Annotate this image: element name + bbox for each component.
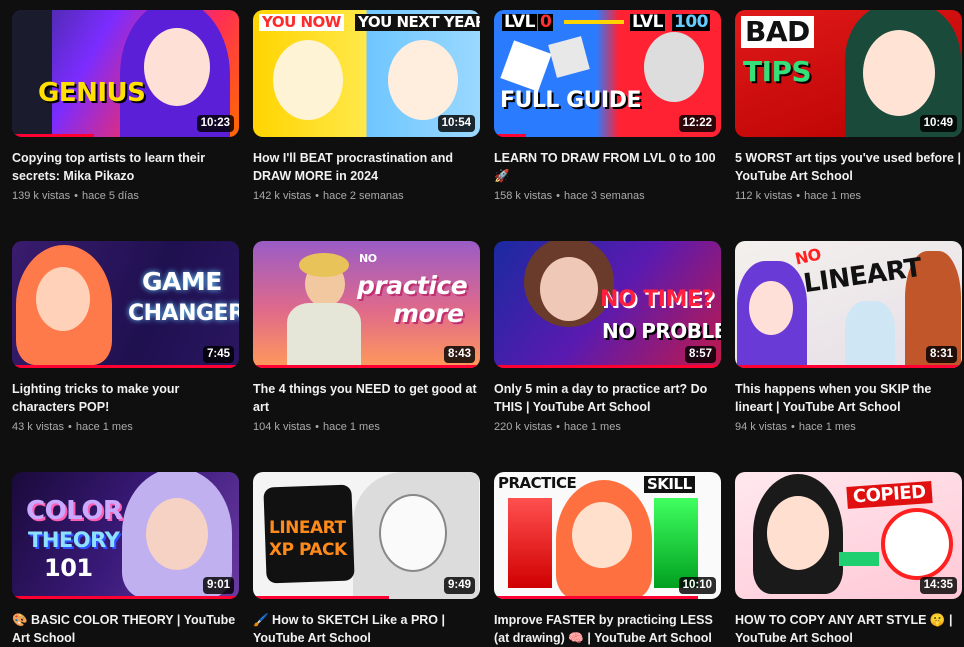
thumb-text: THEORY <box>28 528 120 552</box>
video-meta: 220 k vistas • hace 1 mes <box>494 421 621 433</box>
video-duration: 8:57 <box>684 346 716 363</box>
upload-age: hace 2 semanas <box>322 190 404 202</box>
video-thumbnail[interactable]: PRACTICE SKILL 10:10 <box>494 472 721 599</box>
upload-age: hace 1 mes <box>322 421 380 433</box>
video-card[interactable]: NO TIME? NO PROBLEM 8:57 Only 5 min a da… <box>494 241 721 435</box>
video-title[interactable]: 🖌️ How to SKETCH Like a PRO | YouTube Ar… <box>253 611 479 647</box>
video-card[interactable]: NO LINEART 8:31 This happens when you SK… <box>735 241 962 435</box>
thumb-text: CHANGER <box>128 301 239 326</box>
video-duration: 10:49 <box>919 115 957 132</box>
upload-age: hace 3 semanas <box>563 190 645 202</box>
video-grid: GENIUS 10:23 Copying top artists to lear… <box>0 0 964 645</box>
upload-age: hace 5 días <box>81 190 139 202</box>
view-count: 158 k vistas <box>494 190 553 202</box>
view-count: 112 k vistas <box>735 190 793 202</box>
video-duration: 9:01 <box>202 577 234 594</box>
video-thumbnail[interactable]: COLOR THEORY 101 9:01 <box>12 472 239 599</box>
video-card[interactable]: PRACTICE SKILL 10:10 Improve FASTER by p… <box>494 472 721 647</box>
video-card[interactable]: YOU NOW YOU NEXT YEAR 10:54 How I'll BEA… <box>253 10 480 204</box>
video-title[interactable]: Lighting tricks to make your characters … <box>12 380 238 416</box>
video-meta: 104 k vistas • hace 1 mes <box>253 421 380 433</box>
video-meta: 158 k vistas • hace 3 semanas <box>494 190 645 202</box>
video-title[interactable]: Improve FASTER by practicing LESS (at dr… <box>494 611 720 647</box>
video-meta: 94 k vistas • hace 1 mes <box>735 421 856 433</box>
video-card[interactable]: COLOR THEORY 101 9:01 🎨 BASIC COLOR THEO… <box>12 472 239 647</box>
video-duration: 10:23 <box>196 115 234 132</box>
thumb-text: 101 <box>44 554 93 582</box>
thumb-text: FULL GUIDE <box>500 88 642 113</box>
thumb-text: YOU NEXT YEAR <box>355 14 480 31</box>
view-count: 43 k vistas <box>12 421 64 433</box>
thumb-text: 100 <box>672 12 710 32</box>
video-card[interactable]: LVL 0 LVL 100 FULL GUIDE 12:22 LEARN TO … <box>494 10 721 204</box>
video-title[interactable]: LEARN TO DRAW FROM LVL 0 to 100 🚀 <box>494 149 720 185</box>
video-thumbnail[interactable]: NO practice more 8:43 <box>253 241 480 368</box>
video-thumbnail[interactable]: NO TIME? NO PROBLEM 8:57 <box>494 241 721 368</box>
thumb-text: SKILL <box>644 476 695 493</box>
thumb-text: TIPS <box>743 55 812 88</box>
thumb-text: more <box>393 299 464 328</box>
video-duration: 8:43 <box>443 346 475 363</box>
thumb-text: BAD <box>741 16 814 48</box>
video-card[interactable]: GAME CHANGER 7:45 Lighting tricks to mak… <box>12 241 239 435</box>
video-card[interactable]: GENIUS 10:23 Copying top artists to lear… <box>12 10 239 204</box>
video-duration: 12:22 <box>678 115 716 132</box>
view-count: 139 k vistas <box>12 190 71 202</box>
thumb-text: LVL <box>502 12 537 32</box>
video-title[interactable]: HOW TO COPY ANY ART STYLE 🤫 | YouTube Ar… <box>735 611 961 647</box>
view-count: 142 k vistas <box>253 190 312 202</box>
video-duration: 10:10 <box>678 577 716 594</box>
video-card[interactable]: BAD TIPS 10:49 5 WORST art tips you've u… <box>735 10 962 204</box>
video-duration: 7:45 <box>202 346 234 363</box>
video-duration: 10:54 <box>437 115 475 132</box>
thumb-text: NO <box>359 252 377 265</box>
thumb-text: GAME <box>142 267 222 296</box>
thumb-text: PRACTICE <box>498 474 577 492</box>
video-thumbnail[interactable]: COPIED 14:35 <box>735 472 962 599</box>
video-thumbnail[interactable]: LVL 0 LVL 100 FULL GUIDE 12:22 <box>494 10 721 137</box>
upload-age: hace 1 mes <box>563 421 621 433</box>
thumb-text: practice <box>357 271 468 300</box>
thumb-text: COLOR <box>26 496 123 526</box>
video-thumbnail[interactable]: GENIUS 10:23 <box>12 10 239 137</box>
view-count: 220 k vistas <box>494 421 553 433</box>
video-meta: 112 k vistas • hace 1 mes <box>735 190 862 202</box>
video-thumbnail[interactable]: LINEART XP PACK 9:49 <box>253 472 480 599</box>
view-count: 94 k vistas <box>735 421 787 433</box>
video-thumbnail[interactable]: NO LINEART 8:31 <box>735 241 962 368</box>
thumb-text: LINEART <box>269 518 346 538</box>
video-title[interactable]: Copying top artists to learn their secre… <box>12 149 238 185</box>
thumb-text: NO PROBLEM <box>602 319 721 343</box>
video-duration: 9:49 <box>443 577 475 594</box>
thumb-text: GENIUS <box>38 78 146 108</box>
upload-age: hace 1 mes <box>75 421 133 433</box>
video-duration: 8:31 <box>925 346 957 363</box>
video-meta: 43 k vistas • hace 1 mes <box>12 421 133 433</box>
thumb-text: NO TIME? <box>600 287 714 312</box>
video-card[interactable]: COPIED 14:35 HOW TO COPY ANY ART STYLE 🤫… <box>735 472 962 647</box>
video-title[interactable]: Only 5 min a day to practice art? Do THI… <box>494 380 720 416</box>
upload-age: hace 1 mes <box>804 190 862 202</box>
video-card[interactable]: NO practice more 8:43 The 4 things you N… <box>253 241 480 435</box>
video-title[interactable]: 🎨 BASIC COLOR THEORY | YouTube Art Schoo… <box>12 611 238 647</box>
video-title[interactable]: How I'll BEAT procrastination and DRAW M… <box>253 149 479 185</box>
video-thumbnail[interactable]: GAME CHANGER 7:45 <box>12 241 239 368</box>
video-meta: 139 k vistas • hace 5 días <box>12 190 139 202</box>
video-thumbnail[interactable]: YOU NOW YOU NEXT YEAR 10:54 <box>253 10 480 137</box>
thumb-text: YOU NOW <box>259 14 344 31</box>
upload-age: hace 1 mes <box>798 421 856 433</box>
video-title[interactable]: 5 WORST art tips you've used before | Yo… <box>735 149 961 185</box>
video-title[interactable]: This happens when you SKIP the lineart |… <box>735 380 961 416</box>
view-count: 104 k vistas <box>253 421 312 433</box>
video-meta: 142 k vistas • hace 2 semanas <box>253 190 404 202</box>
video-title[interactable]: The 4 things you NEED to get good at art <box>253 380 479 416</box>
thumb-text: LVL <box>630 12 665 32</box>
video-duration: 14:35 <box>919 577 957 594</box>
thumb-text: 0 <box>538 12 554 32</box>
video-card[interactable]: LINEART XP PACK 9:49 🖌️ How to SKETCH Li… <box>253 472 480 647</box>
video-thumbnail[interactable]: BAD TIPS 10:49 <box>735 10 962 137</box>
thumb-text: XP PACK <box>269 540 347 560</box>
